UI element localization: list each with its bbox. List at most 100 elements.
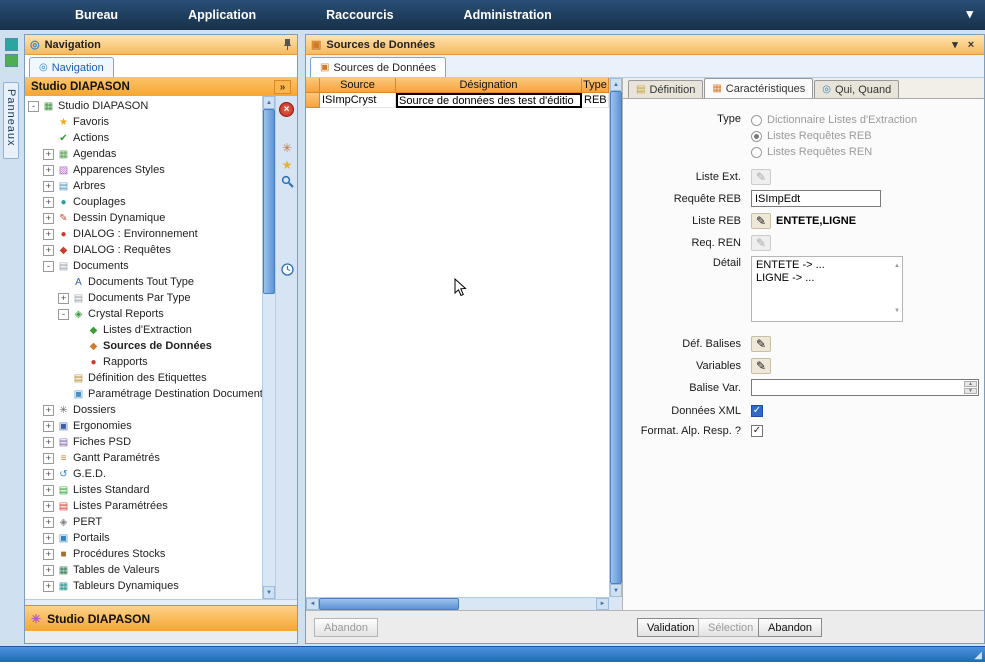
tree-scrollbar[interactable]: ▲ ▼: [262, 96, 275, 599]
studio-footer-button[interactable]: ✳ Studio DIAPASON: [25, 605, 297, 631]
tree-item[interactable]: -▦Studio DIAPASON: [25, 98, 262, 114]
detail-list[interactable]: ENTETE -> ...LIGNE -> ... ▲ ▼: [751, 256, 903, 322]
table-vscrollbar[interactable]: ▲ ▼: [609, 78, 622, 597]
menu-item-bureau[interactable]: Bureau: [75, 8, 118, 22]
expander-icon[interactable]: -: [43, 261, 54, 272]
window-close-button[interactable]: ×: [963, 39, 979, 51]
tree-item[interactable]: +◈PERT: [25, 514, 262, 530]
menu-item-administration[interactable]: Administration: [464, 8, 552, 22]
dock-panel-icon-1[interactable]: [5, 38, 18, 51]
scrollbar-thumb[interactable]: [319, 598, 459, 610]
donnees-xml-checkbox[interactable]: ✓: [751, 405, 763, 417]
tree-item[interactable]: +▣Ergonomies: [25, 418, 262, 434]
dock-panel-icon-2[interactable]: [5, 54, 18, 67]
expander-icon[interactable]: +: [43, 533, 54, 544]
tree-item[interactable]: -▤Documents: [25, 258, 262, 274]
validation-button[interactable]: Validation: [637, 618, 705, 637]
tree-item[interactable]: +↺G.E.D.: [25, 466, 262, 482]
radio-button[interactable]: [751, 147, 762, 158]
tab-navigation[interactable]: ◎ Navigation: [29, 57, 114, 77]
scroll-right-icon[interactable]: ►: [596, 598, 609, 610]
tree-item[interactable]: ADocuments Tout Type: [25, 274, 262, 290]
expander-icon[interactable]: +: [43, 437, 54, 448]
scroll-up-icon[interactable]: ▲: [610, 78, 622, 91]
pin-button[interactable]: [283, 38, 292, 51]
scroll-up-icon[interactable]: ▲: [263, 96, 275, 109]
scroll-down-icon[interactable]: ▼: [263, 586, 275, 599]
abandon-button[interactable]: Abandon: [758, 618, 822, 637]
spin-down-icon[interactable]: ▼: [964, 388, 977, 394]
liste-reb-edit-icon[interactable]: ✎: [751, 213, 771, 229]
expander-icon[interactable]: -: [58, 309, 69, 320]
tree-item[interactable]: +▤Documents Par Type: [25, 290, 262, 306]
tree-item[interactable]: +▤Listes Standard: [25, 482, 262, 498]
tree-item[interactable]: ★Favoris: [25, 114, 262, 130]
tree-item[interactable]: +▤Listes Paramétrées: [25, 498, 262, 514]
close-panel-button[interactable]: ×: [279, 102, 294, 117]
balise-var-combo[interactable]: ▲ ▼: [751, 379, 979, 396]
window-collapse-button[interactable]: ▾: [947, 38, 963, 51]
scrollbar-thumb[interactable]: [610, 91, 622, 584]
scrollbar-thumb[interactable]: [263, 109, 275, 294]
table-hscrollbar[interactable]: ◄ ►: [306, 597, 609, 610]
expander-icon[interactable]: +: [43, 181, 54, 192]
tree-item[interactable]: ●Rapports: [25, 354, 262, 370]
tree-item[interactable]: ▣Paramétrage Destination Document: [25, 386, 262, 402]
tree-item[interactable]: +◆DIALOG : Requêtes: [25, 242, 262, 258]
def-balises-edit-icon[interactable]: ✎: [751, 336, 771, 352]
tree-item[interactable]: +▤Fiches PSD: [25, 434, 262, 450]
expander-icon[interactable]: +: [43, 197, 54, 208]
expander-icon[interactable]: +: [43, 501, 54, 512]
detail-scroll-up-icon[interactable]: ▲: [894, 260, 900, 273]
expander-icon[interactable]: +: [43, 421, 54, 432]
tree-item[interactable]: +✎Dessin Dynamique: [25, 210, 262, 226]
table-cell[interactable]: ISImpCryst: [320, 93, 396, 108]
expander-icon[interactable]: +: [43, 549, 54, 560]
tree-item[interactable]: +▨Apparences Styles: [25, 162, 262, 178]
row-selector[interactable]: [306, 93, 320, 108]
expander-icon[interactable]: +: [43, 485, 54, 496]
requete-reb-input[interactable]: [751, 190, 881, 207]
column-header[interactable]: Désignation: [396, 78, 582, 93]
panneaux-tab[interactable]: Panneaux: [3, 82, 19, 159]
tree-item[interactable]: +▣Portails: [25, 530, 262, 546]
column-header[interactable]: Type: [582, 78, 609, 93]
tree-item[interactable]: +■Procédures Stocks: [25, 546, 262, 562]
tree-item[interactable]: -◈Crystal Reports: [25, 306, 262, 322]
favorite-star-icon[interactable]: ★: [279, 157, 295, 172]
expander-icon[interactable]: +: [43, 517, 54, 528]
tree-item[interactable]: +▦Agendas: [25, 146, 262, 162]
menu-item-application[interactable]: Application: [188, 8, 256, 22]
expander-icon[interactable]: +: [43, 245, 54, 256]
tree-item[interactable]: +●Couplages: [25, 194, 262, 210]
wizard-icon[interactable]: ✳: [279, 140, 295, 155]
radio-option[interactable]: Dictionnaire Listes d'Extraction: [751, 112, 917, 128]
expander-icon[interactable]: +: [43, 453, 54, 464]
menu-chevron-icon[interactable]: ▾: [966, 6, 973, 22]
expander-icon[interactable]: +: [43, 405, 54, 416]
resize-grip[interactable]: ◢: [974, 650, 982, 661]
tree-item[interactable]: +≡Gantt Paramétrés: [25, 450, 262, 466]
expander-icon[interactable]: +: [43, 469, 54, 480]
expander-icon[interactable]: +: [43, 149, 54, 160]
expander-icon[interactable]: +: [43, 565, 54, 576]
radio-button[interactable]: [751, 115, 762, 126]
tree-item[interactable]: +▤Arbres: [25, 178, 262, 194]
scroll-left-icon[interactable]: ◄: [306, 598, 319, 610]
expander-icon[interactable]: -: [28, 101, 39, 112]
radio-button[interactable]: [751, 131, 762, 142]
tree-item[interactable]: ▤Définition des Etiquettes: [25, 370, 262, 386]
tab-caracteristiques[interactable]: ▦Caractéristiques: [704, 78, 813, 98]
table-row[interactable]: ISImpCrystSource de données des test d'é…: [306, 93, 622, 108]
history-clock-icon[interactable]: [279, 262, 295, 277]
tree-item[interactable]: ✔Actions: [25, 130, 262, 146]
column-header[interactable]: Source: [320, 78, 396, 93]
radio-option[interactable]: Listes Requêtes REN: [751, 144, 917, 160]
table-cell[interactable]: Source de données des test d'éditio: [396, 93, 582, 108]
collapse-panel-button[interactable]: »: [274, 80, 291, 94]
expander-icon[interactable]: +: [43, 165, 54, 176]
tree-item[interactable]: ◆Listes d'Extraction: [25, 322, 262, 338]
table-cell[interactable]: REB: [582, 93, 609, 108]
tree-item[interactable]: ◆Sources de Données: [25, 338, 262, 354]
format-alp-checkbox[interactable]: ✓: [751, 425, 763, 437]
